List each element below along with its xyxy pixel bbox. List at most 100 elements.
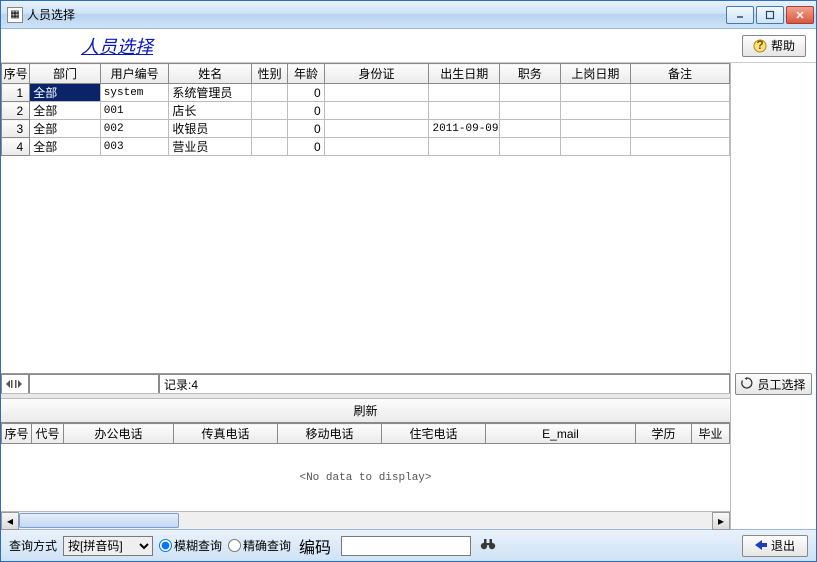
- window-title: 人员选择: [27, 6, 75, 23]
- refresh-button[interactable]: 刷新: [1, 399, 730, 423]
- cell-start[interactable]: [560, 138, 631, 156]
- record-count: 记录:4: [159, 374, 730, 393]
- exit-button[interactable]: 退出: [742, 535, 808, 557]
- grid1-col-header[interactable]: 职务: [500, 64, 560, 84]
- grid1-table[interactable]: 序号部门用户编号姓名性别年龄身份证出生日期职务上岗日期备注 1全部system系…: [1, 63, 730, 156]
- cell-age[interactable]: 0: [288, 120, 324, 138]
- cell-userno[interactable]: 001: [100, 102, 169, 120]
- minimize-button[interactable]: [726, 6, 754, 24]
- grid2-col-header[interactable]: 移动电话: [278, 424, 382, 444]
- grid2-table[interactable]: 序号代号办公电话传真电话移动电话住宅电话E_mail学历毕业: [1, 423, 730, 444]
- grid1-col-header[interactable]: 序号: [2, 64, 30, 84]
- grid2-col-header[interactable]: 办公电话: [64, 424, 174, 444]
- grid2-col-header[interactable]: 学历: [636, 424, 692, 444]
- cell-duty[interactable]: [500, 102, 560, 120]
- cell-dept[interactable]: 全部: [30, 120, 101, 138]
- cell-no[interactable]: 2: [2, 102, 30, 120]
- cell-dept[interactable]: 全部: [30, 102, 101, 120]
- cell-sex[interactable]: [252, 120, 288, 138]
- cell-age[interactable]: 0: [288, 138, 324, 156]
- scroll-thumb[interactable]: [19, 513, 179, 528]
- cell-userno[interactable]: system: [100, 84, 169, 102]
- table-row[interactable]: 4全部003营业员 0: [2, 138, 730, 156]
- cell-start[interactable]: [560, 84, 631, 102]
- status-nav[interactable]: [1, 374, 29, 393]
- cell-duty[interactable]: [500, 138, 560, 156]
- cell-name[interactable]: 店长: [169, 102, 252, 120]
- h-scrollbar[interactable]: ◂ ▸: [1, 511, 730, 529]
- cell-age[interactable]: 0: [288, 102, 324, 120]
- table-row[interactable]: 2全部001店长 0: [2, 102, 730, 120]
- grid1-col-header[interactable]: 出生日期: [429, 64, 500, 84]
- grid1-col-header[interactable]: 年龄: [288, 64, 324, 84]
- cell-birth[interactable]: [429, 138, 500, 156]
- cell-sex[interactable]: [252, 138, 288, 156]
- refresh-label: 刷新: [353, 402, 377, 419]
- refresh-icon: [741, 377, 753, 392]
- grid1-col-header[interactable]: 备注: [631, 64, 730, 84]
- cell-remark[interactable]: [631, 84, 730, 102]
- query-mode-select[interactable]: 按[拼音码]: [63, 536, 153, 556]
- cell-remark[interactable]: [631, 120, 730, 138]
- right-pane: 员工选择: [730, 63, 816, 529]
- exact-radio-wrap[interactable]: 精确查询: [228, 537, 291, 554]
- app-icon: ▦: [7, 7, 23, 23]
- grid1-col-header[interactable]: 性别: [252, 64, 288, 84]
- fuzzy-radio-wrap[interactable]: 模糊查询: [159, 537, 222, 554]
- grid2-col-header[interactable]: 传真电话: [174, 424, 278, 444]
- grid2-col-header[interactable]: 代号: [32, 424, 64, 444]
- cell-remark[interactable]: [631, 138, 730, 156]
- cell-remark[interactable]: [631, 102, 730, 120]
- cell-no[interactable]: 4: [2, 138, 30, 156]
- employee-select-button[interactable]: 员工选择: [735, 373, 812, 395]
- grid1-col-header[interactable]: 身份证: [324, 64, 429, 84]
- close-button[interactable]: [786, 6, 814, 24]
- cell-start[interactable]: [560, 102, 631, 120]
- cell-name[interactable]: 收银员: [169, 120, 252, 138]
- grid1-col-header[interactable]: 上岗日期: [560, 64, 631, 84]
- table-row[interactable]: 1全部system系统管理员 0: [2, 84, 730, 102]
- scroll-left-icon[interactable]: ◂: [1, 512, 19, 530]
- cell-name[interactable]: 营业员: [169, 138, 252, 156]
- cell-dept[interactable]: 全部: [30, 84, 101, 102]
- fuzzy-radio[interactable]: [159, 539, 172, 552]
- grid1-col-header[interactable]: 用户编号: [100, 64, 169, 84]
- maximize-button[interactable]: [756, 6, 784, 24]
- cell-dept[interactable]: 全部: [30, 138, 101, 156]
- scroll-right-icon[interactable]: ▸: [712, 512, 730, 530]
- grid2-col-header[interactable]: 序号: [2, 424, 32, 444]
- search-button[interactable]: [477, 536, 499, 556]
- grid1-col-header[interactable]: 姓名: [169, 64, 252, 84]
- cell-userno[interactable]: 002: [100, 120, 169, 138]
- exit-label: 退出: [771, 537, 795, 554]
- grid1-col-header[interactable]: 部门: [30, 64, 101, 84]
- cell-name[interactable]: 系统管理员: [169, 84, 252, 102]
- cell-start[interactable]: [560, 120, 631, 138]
- grid2-col-header[interactable]: 住宅电话: [382, 424, 486, 444]
- cell-duty[interactable]: [500, 84, 560, 102]
- cell-no[interactable]: 3: [2, 120, 30, 138]
- exact-radio[interactable]: [228, 539, 241, 552]
- table-row[interactable]: 3全部002收银员 0 2011-09-09: [2, 120, 730, 138]
- no-data-label: <No data to display>: [1, 444, 730, 511]
- cell-birth[interactable]: [429, 84, 500, 102]
- search-input[interactable]: [341, 536, 471, 556]
- cell-no[interactable]: 1: [2, 84, 30, 102]
- cell-id[interactable]: [324, 84, 429, 102]
- grid2-col-header[interactable]: E_mail: [486, 424, 636, 444]
- grid2-col-header[interactable]: 毕业: [692, 424, 730, 444]
- cell-sex[interactable]: [252, 102, 288, 120]
- cell-duty[interactable]: [500, 120, 560, 138]
- window: ▦ 人员选择 人员选择 ? 帮助 序号部门用户编号姓名性别年龄身份证出生日期职务…: [0, 0, 817, 562]
- cell-id[interactable]: [324, 138, 429, 156]
- cell-age[interactable]: 0: [288, 84, 324, 102]
- cell-id[interactable]: [324, 120, 429, 138]
- help-button[interactable]: ? 帮助: [742, 35, 806, 57]
- cell-sex[interactable]: [252, 84, 288, 102]
- header-row: 人员选择 ? 帮助: [1, 29, 816, 63]
- cell-id[interactable]: [324, 102, 429, 120]
- cell-birth[interactable]: 2011-09-09: [429, 120, 500, 138]
- employee-select-label: 员工选择: [757, 376, 805, 393]
- cell-userno[interactable]: 003: [100, 138, 169, 156]
- cell-birth[interactable]: [429, 102, 500, 120]
